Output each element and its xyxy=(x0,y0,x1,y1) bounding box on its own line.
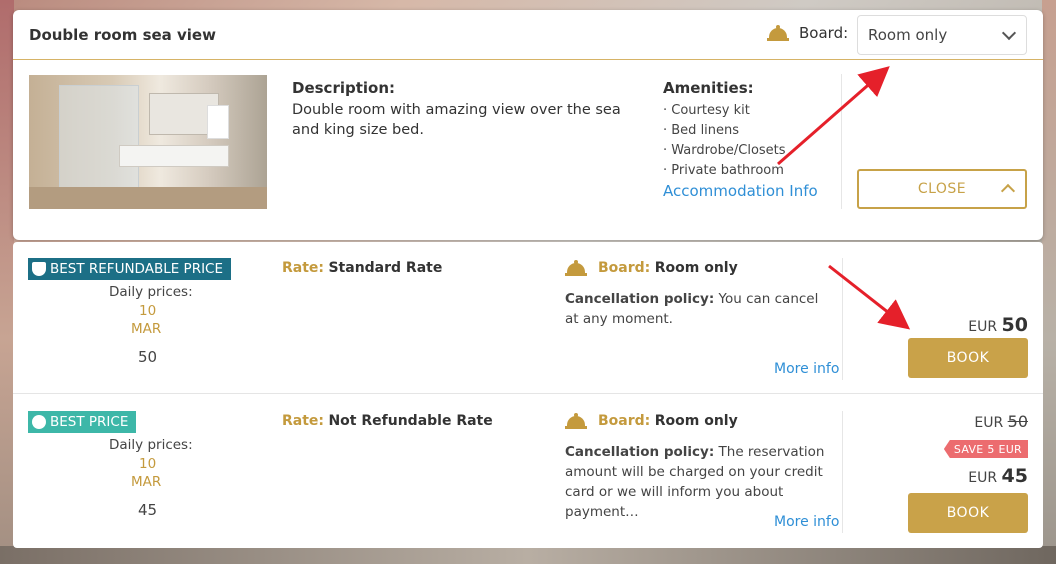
price-value: 45 xyxy=(1001,465,1028,487)
shield-icon xyxy=(32,262,46,276)
board-label-group: Board: xyxy=(767,24,848,42)
description-text: Double room with amazing view over the s… xyxy=(292,102,621,138)
cancellation-policy: Cancellation policy: The reservation amo… xyxy=(565,442,835,522)
price: EUR 50 xyxy=(968,314,1028,336)
price-value: 50 xyxy=(1001,314,1028,336)
currency: EUR xyxy=(968,470,998,486)
chevron-down-icon xyxy=(1001,25,1017,41)
price: EUR 45 xyxy=(968,465,1028,487)
daily-prices-label: Daily prices: xyxy=(109,437,193,453)
bell-icon xyxy=(767,25,789,41)
currency: EUR xyxy=(968,319,998,335)
amenity-item: · Courtesy kit xyxy=(663,103,750,118)
board-label: Board: xyxy=(799,24,849,42)
daily-price-month: MAR xyxy=(131,321,162,337)
rate-prefix: Rate: xyxy=(282,260,325,276)
best-refundable-badge: BEST REFUNDABLE PRICE xyxy=(28,258,232,280)
board-info: Board: Room only xyxy=(598,413,738,429)
badge-label: BEST REFUNDABLE PRICE xyxy=(50,261,224,277)
book-button[interactable]: BOOK xyxy=(908,338,1028,378)
background-left xyxy=(0,0,14,564)
board-prefix: Board: xyxy=(598,413,651,429)
medal-icon xyxy=(32,415,46,429)
board-prefix: Board: xyxy=(598,260,651,276)
bell-icon xyxy=(565,260,587,276)
rates-list: BEST REFUNDABLE PRICE Daily prices: 10 M… xyxy=(13,242,1043,548)
daily-price-day: 10 xyxy=(139,456,157,472)
rate-row: BEST PRICE Daily prices: 10 MAR 45 Rate:… xyxy=(13,395,1043,547)
bell-icon xyxy=(565,413,587,429)
cancel-prefix: Cancellation policy: xyxy=(565,444,715,460)
chevron-up-icon xyxy=(1000,183,1016,199)
badge-label: BEST PRICE xyxy=(50,414,129,430)
rate-name: Rate: Standard Rate xyxy=(282,260,442,276)
amenity-item: · Wardrobe/Closets xyxy=(663,143,786,158)
amenity-item: · Private bathroom xyxy=(663,163,784,178)
board-select[interactable]: Room only xyxy=(857,15,1027,55)
book-button[interactable]: BOOK xyxy=(908,493,1028,533)
amenities-list: · Courtesy kit · Bed linens · Wardrobe/C… xyxy=(663,101,786,181)
rate-prefix: Rate: xyxy=(282,413,325,429)
rate-row: BEST REFUNDABLE PRICE Daily prices: 10 M… xyxy=(13,242,1043,394)
rate-value: Standard Rate xyxy=(328,260,443,276)
more-info-link[interactable]: More info xyxy=(774,514,839,530)
old-price-value: 50 xyxy=(1007,412,1028,431)
accommodation-info-link[interactable]: Accommodation Info xyxy=(663,182,818,200)
board-select-value: Room only xyxy=(868,26,948,44)
daily-price-value: 45 xyxy=(138,501,158,519)
background-bottom xyxy=(0,546,1056,564)
divider xyxy=(841,74,842,209)
more-info-link[interactable]: More info xyxy=(774,361,839,377)
board-info: Board: Room only xyxy=(598,260,738,276)
amenities-title: Amenities: xyxy=(663,79,754,97)
daily-price-month: MAR xyxy=(131,474,162,490)
room-photo[interactable] xyxy=(29,75,267,209)
daily-price-value: 50 xyxy=(138,348,158,366)
room-title: Double room sea view xyxy=(29,26,216,44)
daily-price-day: 10 xyxy=(139,303,157,319)
close-button[interactable]: CLOSE xyxy=(857,169,1027,209)
amenity-item: · Bed linens xyxy=(663,123,740,138)
close-button-label: CLOSE xyxy=(917,181,967,197)
description-title: Description: xyxy=(292,79,396,97)
rate-name: Rate: Not Refundable Rate xyxy=(282,413,493,429)
cancel-prefix: Cancellation policy: xyxy=(565,291,715,307)
daily-prices-label: Daily prices: xyxy=(109,284,193,300)
currency: EUR xyxy=(974,415,1004,431)
background-right xyxy=(1042,0,1056,564)
room-card: Double room sea view Board: Room only De… xyxy=(13,10,1043,240)
divider xyxy=(842,258,843,380)
best-price-badge: BEST PRICE xyxy=(28,411,137,433)
divider xyxy=(842,411,843,533)
save-tag: SAVE 5 EUR xyxy=(943,440,1028,458)
board-value: Room only xyxy=(654,260,738,276)
rate-value: Not Refundable Rate xyxy=(328,413,493,429)
board-value: Room only xyxy=(654,413,738,429)
room-header: Double room sea view Board: Room only xyxy=(13,10,1043,60)
old-price: EUR 50 xyxy=(974,412,1028,431)
cancellation-policy: Cancellation policy: You can cancel at a… xyxy=(565,289,835,329)
